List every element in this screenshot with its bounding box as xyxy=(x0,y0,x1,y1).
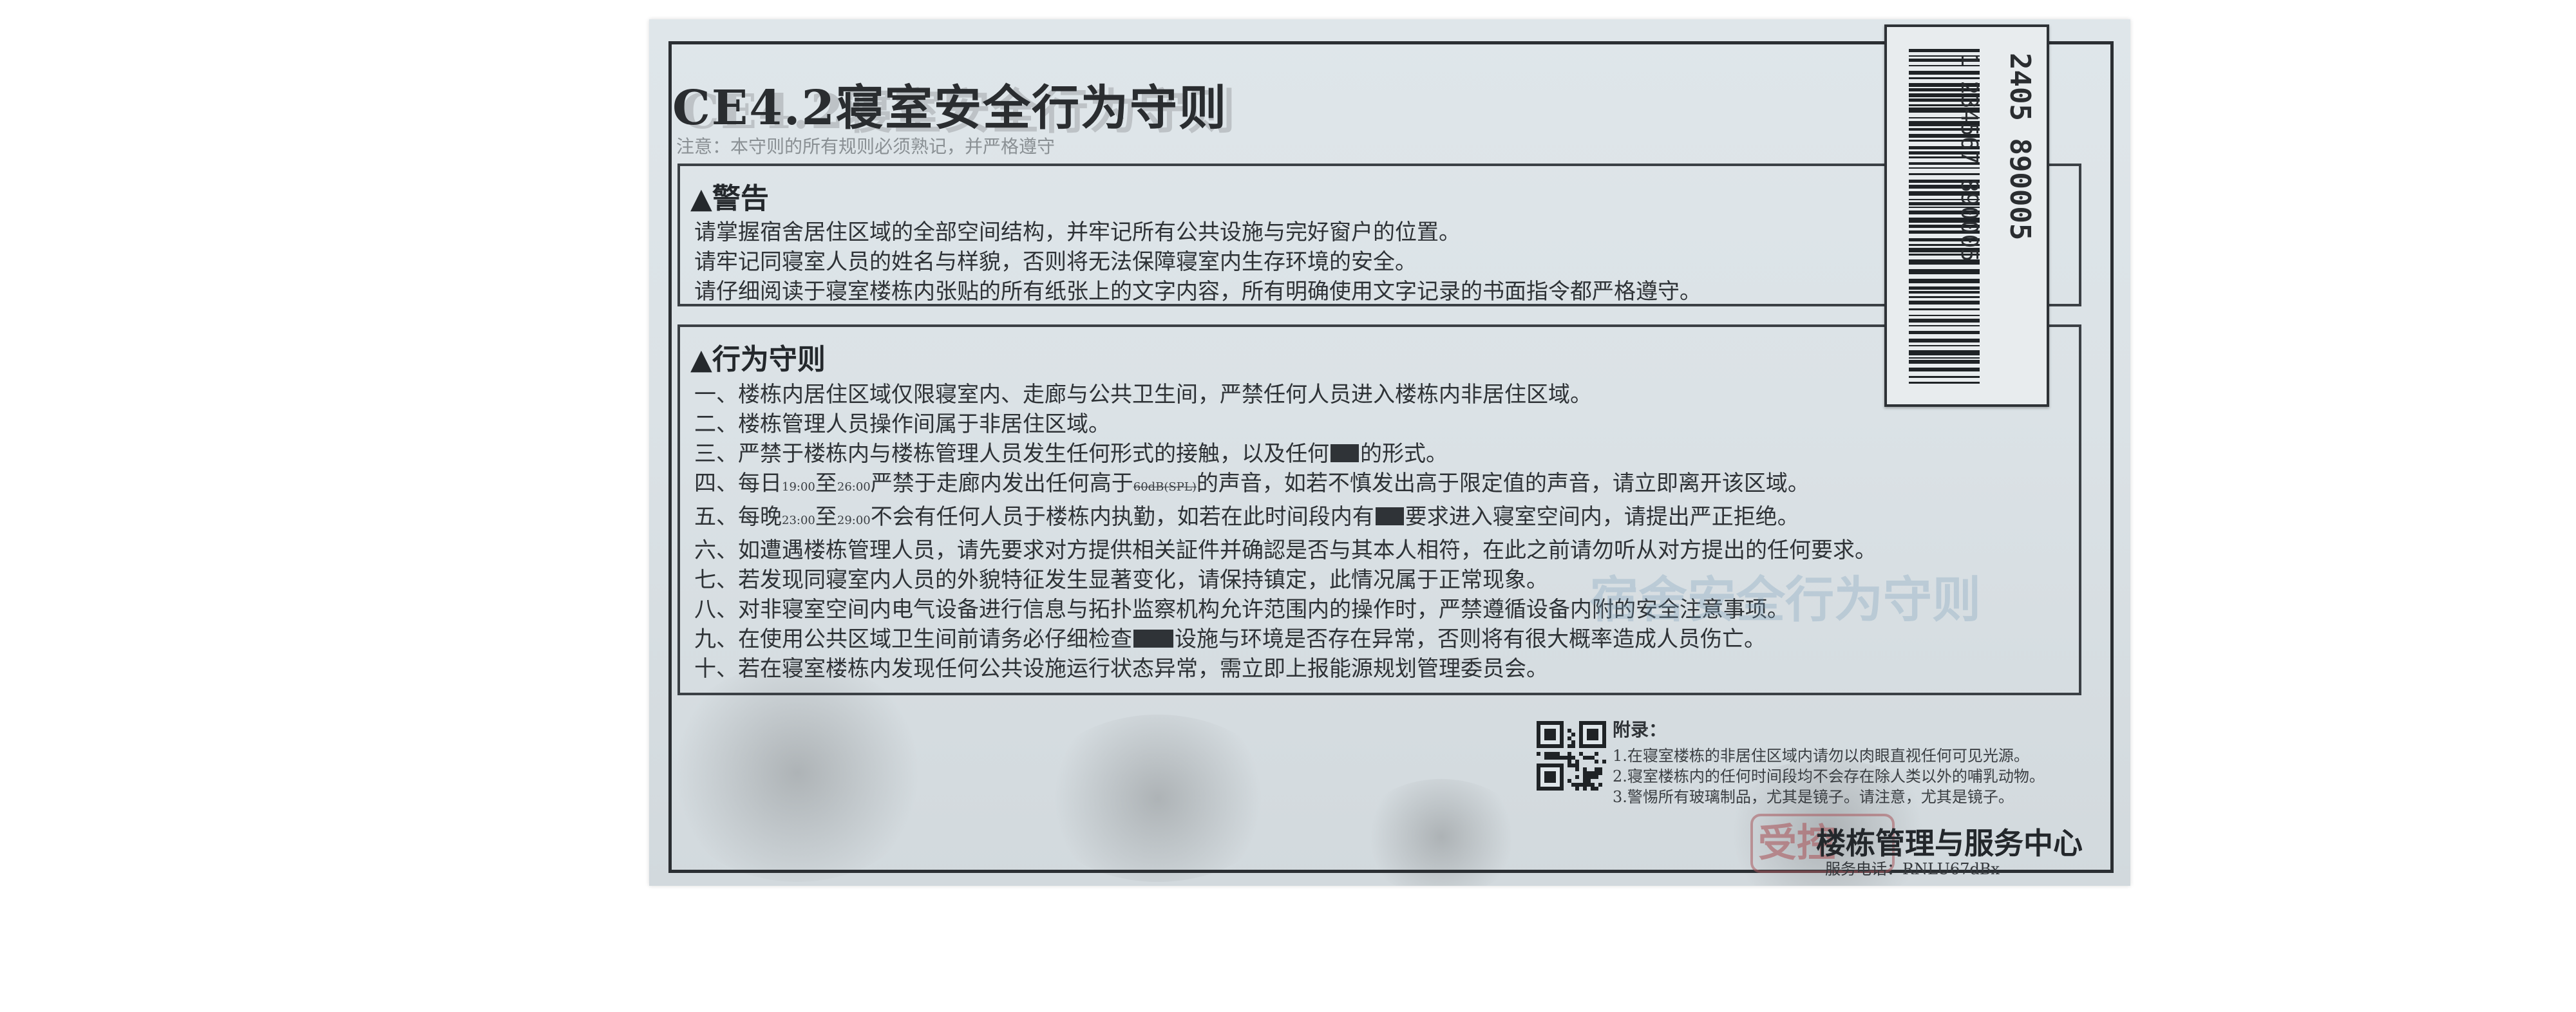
rule-text: 不会有任何人员于楼栋内执勤，如若在此时间段内有 xyxy=(870,504,1374,530)
qr-code-icon xyxy=(1537,721,1606,791)
time-end: 26:00 xyxy=(837,480,871,494)
appendix-item: 1.在寝室楼栋的非居住区域内请勿以肉眼直视任何可见光源。 xyxy=(1613,747,2029,765)
barcode-label: 1 234567 890005 2405 890005 xyxy=(1884,24,2049,407)
notice-subtitle: 注意：本守则的所有规则必须熟记，并严格遵守 xyxy=(676,136,1056,157)
time-start: 23:00 xyxy=(782,514,815,527)
rule-text: 九、在使用公共区域卫生间前请务必仔细检查 xyxy=(694,626,1132,652)
rule-text: 至 xyxy=(815,471,837,496)
warning-line: 请掌握宿舍居住区域的全部空间结构，并牢记所有公共设施与完好窗户的位置。 xyxy=(694,220,1461,245)
warning-line: 请牢记同寝室人员的姓名与样貌，否则将无法保障寝室内生存环境的安全。 xyxy=(694,249,1417,275)
rule-item-5: 五、每晚23:00至29:00不会有任何人员于楼栋内执勤，如若在此时间段内有 要求… xyxy=(694,502,1877,536)
warning-list: 请掌握宿舍居住区域的全部空间结构，并牢记所有公共设施与完好窗户的位置。 请牢记同… xyxy=(694,218,1701,306)
time-start: 19:00 xyxy=(782,480,815,494)
service-contact: 服务电话：RNLU67dBx xyxy=(1825,860,2000,878)
rule-text: 的声音，如若不慎发出高于限定值的声音，请立即离开该区域。 xyxy=(1196,471,1810,496)
rules-section: ▲行为守则 一、楼栋内居住区域仅限寝室内、走廊与公共卫生间，严禁任何人员进入楼栋… xyxy=(677,324,2081,695)
rule-text: 四、每日 xyxy=(694,471,782,496)
warning-section: ▲警告 请掌握宿舍居住区域的全部空间结构，并牢记所有公共设施与完好窗户的位置。 … xyxy=(677,164,2081,306)
noise-limit: 60dB(SPL) xyxy=(1133,480,1197,494)
barcode-digits: 1 234567 890005 xyxy=(1956,53,1982,263)
appendix-title: 附录： xyxy=(1613,719,1667,740)
warning-line: 请仔细阅读于寝室楼栋内张贴的所有纸张上的文字内容，所有明确使用文字记录的书面指令… xyxy=(694,279,1701,305)
rule-text: 五、每晚 xyxy=(694,504,782,530)
barcode-serial: 2405 890005 xyxy=(2003,53,2036,241)
notice-paper: CE4.2寝室安全行为守则 注意：本守则的所有规则必须熟记，并严格遵守 ▲警告 … xyxy=(649,19,2130,886)
rule-text: 三、严禁于楼栋内与楼栋管理人员发生任何形式的接触，以及任何 xyxy=(694,441,1329,467)
rule-text: 至 xyxy=(815,504,837,530)
page-title: CE4.2寝室安全行为守则 xyxy=(672,80,1228,136)
appendix-list: 1.在寝室楼栋的非居住区域内请勿以肉眼直视任何可见光源。 2.寝室楼栋内的任何时… xyxy=(1613,745,2045,807)
rule-item-2: 二、楼栋管理人员操作间属于非居住区域。 xyxy=(694,411,1110,437)
rule-item-4: 四、每日19:00至26:00严禁于走廊内发出任何高于60dB(SPL)的声音，… xyxy=(694,469,1877,502)
redaction-bar xyxy=(1375,507,1404,525)
warning-heading: ▲警告 xyxy=(690,182,769,215)
rule-text: 的形式。 xyxy=(1360,441,1448,467)
rule-text: 严禁于走廊内发出任何高于 xyxy=(870,471,1133,496)
rule-text: 要求进入寝室空间内，请提出严正拒绝。 xyxy=(1405,504,1799,530)
redaction-bar xyxy=(1133,630,1173,648)
rule-item-1: 一、楼栋内居住区域仅限寝室内、走廊与公共卫生间，严禁任何人员进入楼栋内非居住区域… xyxy=(694,382,1592,408)
rules-list: 一、楼栋内居住区域仅限寝室内、走廊与公共卫生间，严禁任何人员进入楼栋内非居住区域… xyxy=(694,380,1877,684)
appendix-item: 3.警惕所有玻璃制品，尤其是镜子。请注意，尤其是镜子。 xyxy=(1613,788,2014,806)
time-end: 29:00 xyxy=(837,514,871,527)
rules-heading: ▲行为守则 xyxy=(690,343,826,376)
appendix-section: 附录： 1.在寝室楼栋的非居住区域内请勿以肉眼直视任何可见光源。 2.寝室楼栋内… xyxy=(1613,716,2045,807)
rule-item-10: 十、若在寝室楼栋内发现任何公共设施运行状态异常，需立即上报能源规划管理委员会。 xyxy=(694,656,1548,682)
rule-item-3: 三、严禁于楼栋内与楼栋管理人员发生任何形式的接触，以及任何 的形式。 xyxy=(694,439,1877,469)
redaction-bar xyxy=(1331,444,1359,462)
appendix-item: 2.寝室楼栋内的任何时间段均不会存在除人类以外的哺乳动物。 xyxy=(1613,767,2045,785)
ghost-watermark-text: 宿舍安全行为守则 xyxy=(1589,571,1981,628)
